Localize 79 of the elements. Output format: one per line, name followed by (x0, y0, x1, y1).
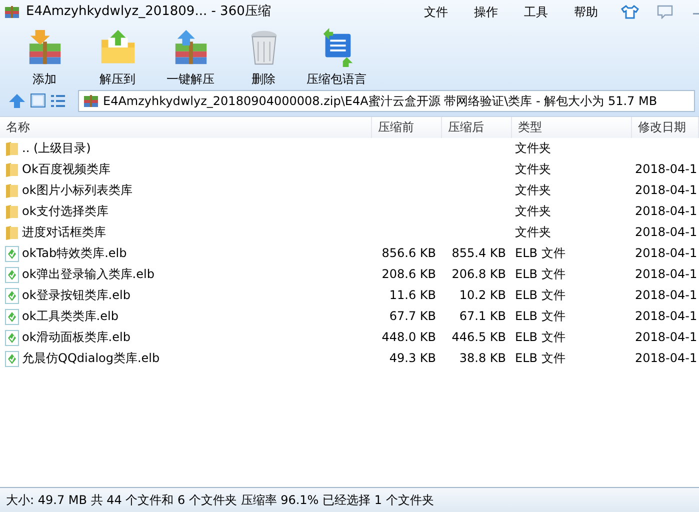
folder-icon (5, 182, 19, 198)
folder-icon (5, 140, 19, 156)
date-cell: 2018-04-1 (635, 288, 698, 302)
file-name[interactable]: 允晨仿QQdialog类库.elb (22, 348, 160, 369)
file-name[interactable]: ok弹出登录输入类库.elb (22, 264, 154, 285)
menu-item[interactable]: 文件 (411, 3, 461, 21)
file-name[interactable]: ok滑动面板类库.elb (22, 327, 130, 348)
file-name[interactable]: ok支付选择类库 (22, 201, 108, 222)
type-cell: 文件夹 (515, 141, 551, 155)
shirt-icon[interactable] (621, 4, 639, 20)
menu-item[interactable]: 工具 (511, 3, 561, 21)
toolbar-button[interactable]: 压缩包语言 (300, 24, 373, 88)
type-cell: ELB 文件 (515, 246, 566, 260)
archive-icon (83, 93, 99, 109)
toolbar-button[interactable]: 删除 (227, 24, 300, 88)
type-cell: ELB 文件 (515, 309, 566, 323)
size-cell: 38.8 KB (459, 351, 506, 365)
date-cell: 2018-04-1 (635, 204, 698, 218)
file-name[interactable]: Ok百度视频类库 (22, 159, 110, 180)
type-cell: ELB 文件 (515, 351, 566, 365)
toolbar-button[interactable]: 一键解压 (154, 24, 227, 88)
file-icon (5, 330, 19, 346)
size-cell: 206.8 KB (452, 267, 506, 281)
window-title: E4Amzyhkydwlyz_201809... - 360压缩 (26, 3, 271, 22)
date-cell: 2018-04-1 (635, 246, 698, 260)
type-cell: ELB 文件 (515, 288, 566, 302)
size-cell: 208.6 KB (382, 267, 436, 281)
file-name[interactable]: okTab特效类库.elb (22, 243, 127, 264)
type-cell: 文件夹 (515, 204, 551, 218)
file-name[interactable]: ok工具类类库.elb (22, 306, 118, 327)
size-cell: 10.2 KB (459, 288, 506, 302)
column-header[interactable]: 压缩后 (442, 117, 512, 138)
menu-item[interactable]: 操作 (461, 3, 511, 21)
folder-icon (5, 162, 19, 178)
date-cell: 2018-04-1 (635, 267, 698, 281)
column-header[interactable]: 压缩前 (372, 117, 442, 138)
size-cell: 67.1 KB (459, 309, 506, 323)
date-cell: 2018-04-1 (635, 183, 698, 197)
thumbnail-view-icon[interactable] (30, 93, 46, 109)
date-cell: 2018-04-1 (635, 330, 698, 344)
folder-icon (5, 224, 19, 240)
file-name[interactable]: ok登录按钮类库.elb (22, 285, 130, 306)
size-cell: 11.6 KB (389, 288, 436, 302)
folder-icon (5, 204, 19, 220)
column-header[interactable]: 类型 (512, 117, 632, 138)
type-cell: 文件夹 (515, 225, 551, 239)
file-name[interactable]: ok图片小标列表类库 (22, 180, 132, 201)
file-icon (5, 246, 19, 262)
size-cell: 855.4 KB (452, 246, 506, 260)
archive-icon (4, 4, 20, 20)
size-cell: 67.7 KB (389, 309, 436, 323)
file-icon (5, 266, 19, 282)
date-cell: 2018-04-1 (635, 162, 698, 176)
date-cell: 2018-04-1 (635, 351, 698, 365)
status-bar: 大小: 49.7 MB 共 44 个文件和 6 个文件夹 压缩率 96.1% 已经选择 1 个文件夹 (0, 487, 699, 512)
file-icon (5, 308, 19, 324)
file-icon (5, 350, 19, 366)
type-cell: 文件夹 (515, 183, 551, 197)
type-cell: ELB 文件 (515, 267, 566, 281)
file-icon (5, 288, 19, 304)
size-cell: 448.0 KB (382, 330, 436, 344)
column-header[interactable]: 修改日期 (632, 117, 699, 138)
address-field[interactable]: E4Amzyhkydwlyz_20180904000008.zip\E4A蜜汁云盒开源 带网络验证\类库 - 解包大小为 51.7 MB (78, 90, 695, 112)
toolbar-button[interactable]: 解压到 (81, 24, 154, 88)
file-name[interactable]: 进度对话框类库 (22, 222, 106, 243)
size-cell: 856.6 KB (382, 246, 436, 260)
message-icon[interactable] (657, 5, 673, 19)
size-cell: 446.5 KB (452, 330, 506, 344)
size-cell: 49.3 KB (389, 351, 436, 365)
file-name[interactable]: .. (上级目录) (22, 138, 91, 159)
list-view-icon[interactable] (50, 93, 66, 109)
type-cell: 文件夹 (515, 162, 551, 176)
column-header[interactable]: 名称 (0, 117, 372, 138)
type-cell: ELB 文件 (515, 330, 566, 344)
date-cell: 2018-04-1 (635, 225, 698, 239)
up-arrow-icon[interactable] (8, 93, 26, 109)
date-cell: 2018-04-1 (635, 309, 698, 323)
menu-item[interactable]: 帮助 (561, 3, 611, 21)
toolbar-button[interactable]: 添加 (8, 24, 81, 88)
